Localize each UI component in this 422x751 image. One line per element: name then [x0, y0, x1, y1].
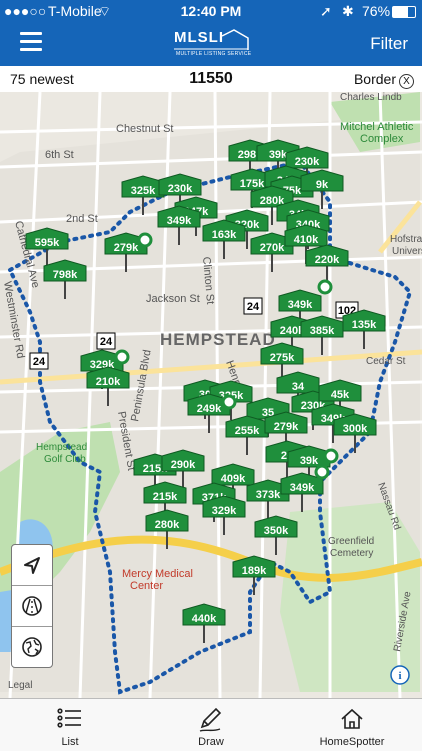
- listing-price: 163k: [212, 229, 237, 241]
- tab-bar: List Draw HomeSpotter: [0, 698, 422, 751]
- listing-price: 329k: [212, 505, 237, 517]
- tab-homespotter[interactable]: HomeSpotter: [282, 699, 422, 751]
- town-label: HEMPSTEAD: [160, 330, 276, 349]
- open-house-marker[interactable]: [221, 394, 237, 410]
- street-label: Cedar St: [366, 356, 406, 367]
- svg-text:i: i: [398, 670, 401, 682]
- listing-price: 39k: [300, 455, 319, 467]
- open-house-marker[interactable]: [317, 279, 333, 295]
- list-icon: [57, 708, 81, 728]
- listing-price: 255k: [235, 425, 260, 437]
- house-roof-icon: [174, 29, 249, 50]
- place-label: Complex: [360, 133, 404, 145]
- map-view[interactable]: 24 24 24 102 Chestnut St 6th St Cathedra…: [0, 92, 422, 698]
- close-border-icon[interactable]: X: [399, 74, 414, 89]
- listing-price: 373k: [256, 489, 281, 501]
- listing-price: 270k: [260, 242, 285, 254]
- tab-list-label: List: [61, 736, 79, 748]
- place-label: Golf Club: [44, 454, 86, 465]
- map-tools: [11, 544, 53, 668]
- open-house-marker[interactable]: [137, 232, 153, 248]
- listing-price: 300k: [343, 423, 368, 435]
- street-label: Charles Lindb: [340, 92, 402, 103]
- place-label: Cemetery: [330, 548, 373, 559]
- battery-percent: 76%: [362, 3, 391, 19]
- place-label: Hofstra: [390, 234, 422, 245]
- listing-price: 34: [292, 381, 305, 393]
- route-24: 24: [33, 356, 46, 368]
- street-label: Jackson St: [146, 293, 200, 305]
- listing-price: 220k: [315, 254, 340, 266]
- listing-price: 349k: [290, 482, 315, 494]
- listing-price: 440k: [192, 613, 217, 625]
- globe-icon[interactable]: [12, 627, 52, 667]
- listing-price: 230k: [295, 156, 320, 168]
- battery-icon: [392, 6, 416, 18]
- open-house-marker[interactable]: [114, 349, 130, 365]
- bluetooth-icon: ✱: [342, 3, 354, 19]
- menu-icon[interactable]: [20, 32, 42, 52]
- tab-list[interactable]: List: [0, 699, 140, 751]
- listing-price: 385k: [310, 325, 335, 337]
- location-icon: ➚: [320, 3, 332, 19]
- listing-price: 349k: [167, 215, 192, 227]
- listing-price: 349k: [288, 299, 313, 311]
- map-canvas[interactable]: 24 24 24 102 Chestnut St 6th St Cathedra…: [0, 92, 422, 698]
- filter-button[interactable]: Filter: [370, 34, 408, 54]
- road-icon[interactable]: [12, 586, 52, 627]
- info-bar: 75 newest 11550 Border X: [0, 66, 422, 93]
- listing-price: 410k: [294, 234, 319, 246]
- location-arrow-icon[interactable]: [12, 545, 52, 586]
- border-label: Border: [353, 71, 396, 87]
- place-label: Center: [130, 580, 163, 592]
- listing-price: 798k: [53, 269, 78, 281]
- place-label: Hempstead: [36, 442, 87, 453]
- street-label: Chestnut St: [116, 123, 173, 135]
- listing-price: 189k: [242, 565, 267, 577]
- listing-price: 280k: [155, 519, 180, 531]
- listing-price: 409k: [221, 473, 246, 485]
- tab-draw[interactable]: Draw: [141, 699, 281, 751]
- listing-price: 279k: [274, 421, 299, 433]
- listing-price: 275k: [270, 352, 295, 364]
- listing-price: 135k: [352, 319, 377, 331]
- route-24: 24: [247, 301, 260, 313]
- clock: 12:40 PM: [180, 3, 242, 19]
- tab-homespotter-label: HomeSpotter: [319, 736, 385, 748]
- border-toggle[interactable]: Border X: [354, 71, 414, 89]
- listing-price: 249k: [197, 403, 222, 415]
- pencil-icon: [199, 707, 222, 732]
- place-label: University: [392, 246, 422, 257]
- open-house-marker[interactable]: [323, 448, 339, 464]
- tab-draw-label: Draw: [198, 736, 224, 748]
- status-bar: ●●●○○ T-Mobile ⌔ 12:40 PM ➚ ✱ 76%: [0, 0, 422, 22]
- listing-price: 45k: [331, 389, 350, 401]
- listing-price: 39k: [269, 149, 288, 161]
- place-label: Greenfield: [328, 536, 374, 547]
- app-logo: MLSLI MULTIPLE LISTING SERVICE: [172, 28, 252, 60]
- street-label: 2nd St: [66, 213, 98, 225]
- listing-price: 9k: [316, 179, 329, 191]
- route-24: 24: [100, 336, 113, 348]
- listing-price: 215k: [153, 491, 178, 503]
- listing-price: 350k: [264, 525, 289, 537]
- listing-price: 595k: [35, 237, 60, 249]
- place-label: Mercy Medical: [122, 568, 193, 580]
- listing-price: 230k: [168, 183, 193, 195]
- listing-price: 175k: [240, 178, 265, 190]
- open-house-marker[interactable]: [314, 464, 330, 480]
- listing-price: 325k: [131, 185, 156, 197]
- nav-bar: MLSLI MULTIPLE LISTING SERVICE Filter: [0, 22, 422, 66]
- house-icon: [341, 708, 363, 729]
- listing-price: 279k: [114, 242, 139, 254]
- listing-price: 210k: [96, 376, 121, 388]
- legal-link[interactable]: Legal: [8, 680, 32, 691]
- listing-price: 290k: [171, 459, 196, 471]
- place-label: Mitchel Athletic: [340, 121, 414, 133]
- street-label: 6th St: [45, 149, 74, 161]
